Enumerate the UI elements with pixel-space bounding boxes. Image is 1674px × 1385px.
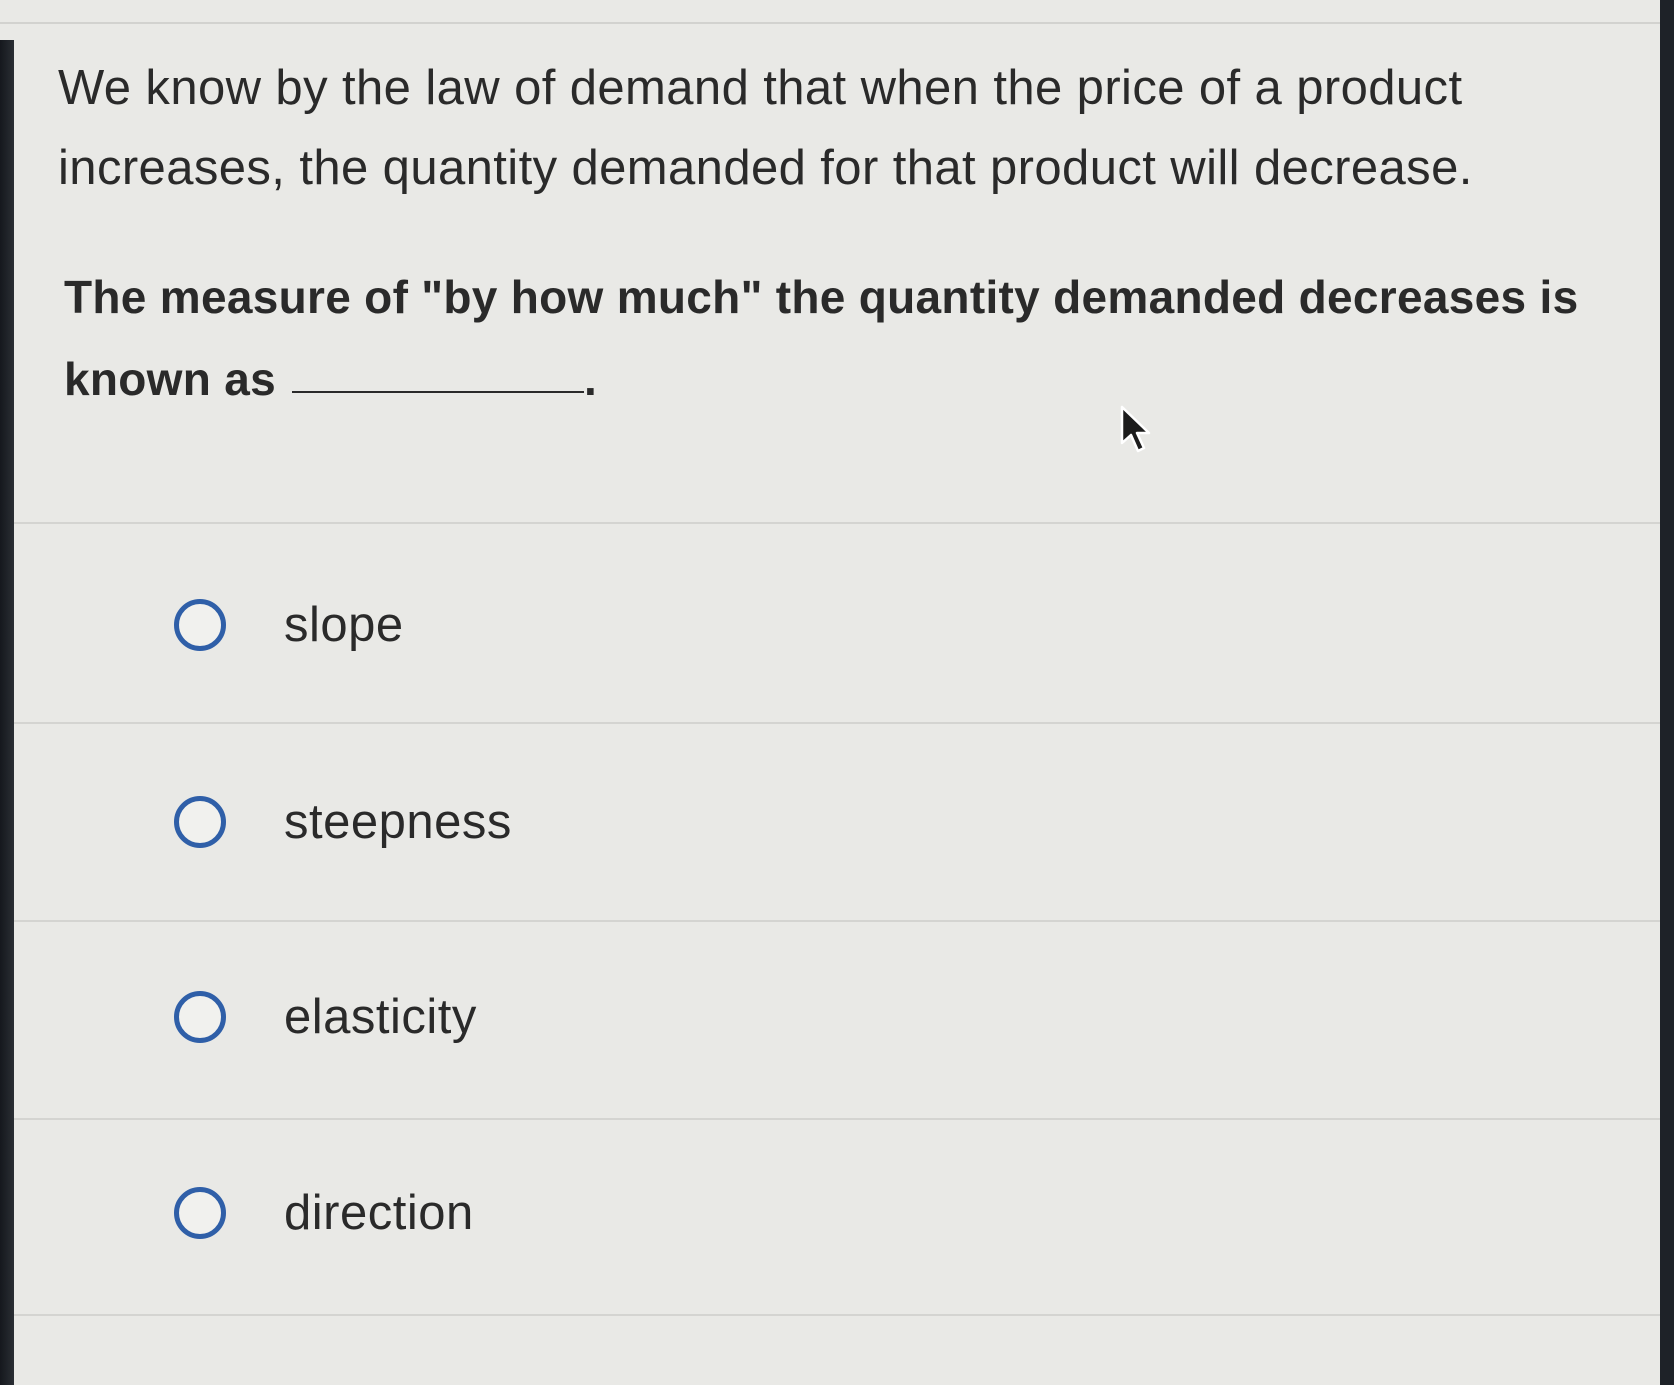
radio-unchecked-icon[interactable] [174, 991, 226, 1043]
question-intro: We know by the law of demand that when t… [58, 61, 1473, 195]
answer-blank [292, 390, 585, 393]
radio-unchecked-icon[interactable] [174, 1187, 226, 1239]
radio-unchecked-icon[interactable] [174, 599, 226, 651]
answer-option-slope[interactable]: slope [14, 530, 1660, 720]
answer-option-elasticity[interactable]: elasticity [14, 922, 1660, 1112]
answer-option-label[interactable]: steepness [284, 794, 512, 850]
answer-option-label[interactable]: direction [284, 1185, 474, 1241]
divider-option [14, 1314, 1660, 1316]
quiz-screen: We know by the law of demand that when t… [0, 0, 1660, 1385]
mouse-pointer-icon [1120, 405, 1151, 453]
top-divider [0, 22, 1660, 24]
answer-option-label[interactable]: elasticity [284, 989, 477, 1045]
divider-option [14, 722, 1660, 724]
answer-option-steepness[interactable]: steepness [14, 727, 1660, 917]
radio-unchecked-icon[interactable] [174, 796, 226, 848]
answer-option-label[interactable]: slope [284, 597, 404, 653]
divider-question [14, 522, 1660, 524]
answer-option-direction[interactable]: direction [14, 1118, 1660, 1308]
screen-bezel [0, 40, 14, 1385]
question-prompt-end: . [584, 353, 598, 405]
question-prompt: The measure of "by how much" the quantit… [64, 256, 1618, 420]
question-prompt-text: The measure of "by how much" the quantit… [64, 271, 1579, 405]
question-block: We know by the law of demand that when t… [58, 48, 1618, 420]
